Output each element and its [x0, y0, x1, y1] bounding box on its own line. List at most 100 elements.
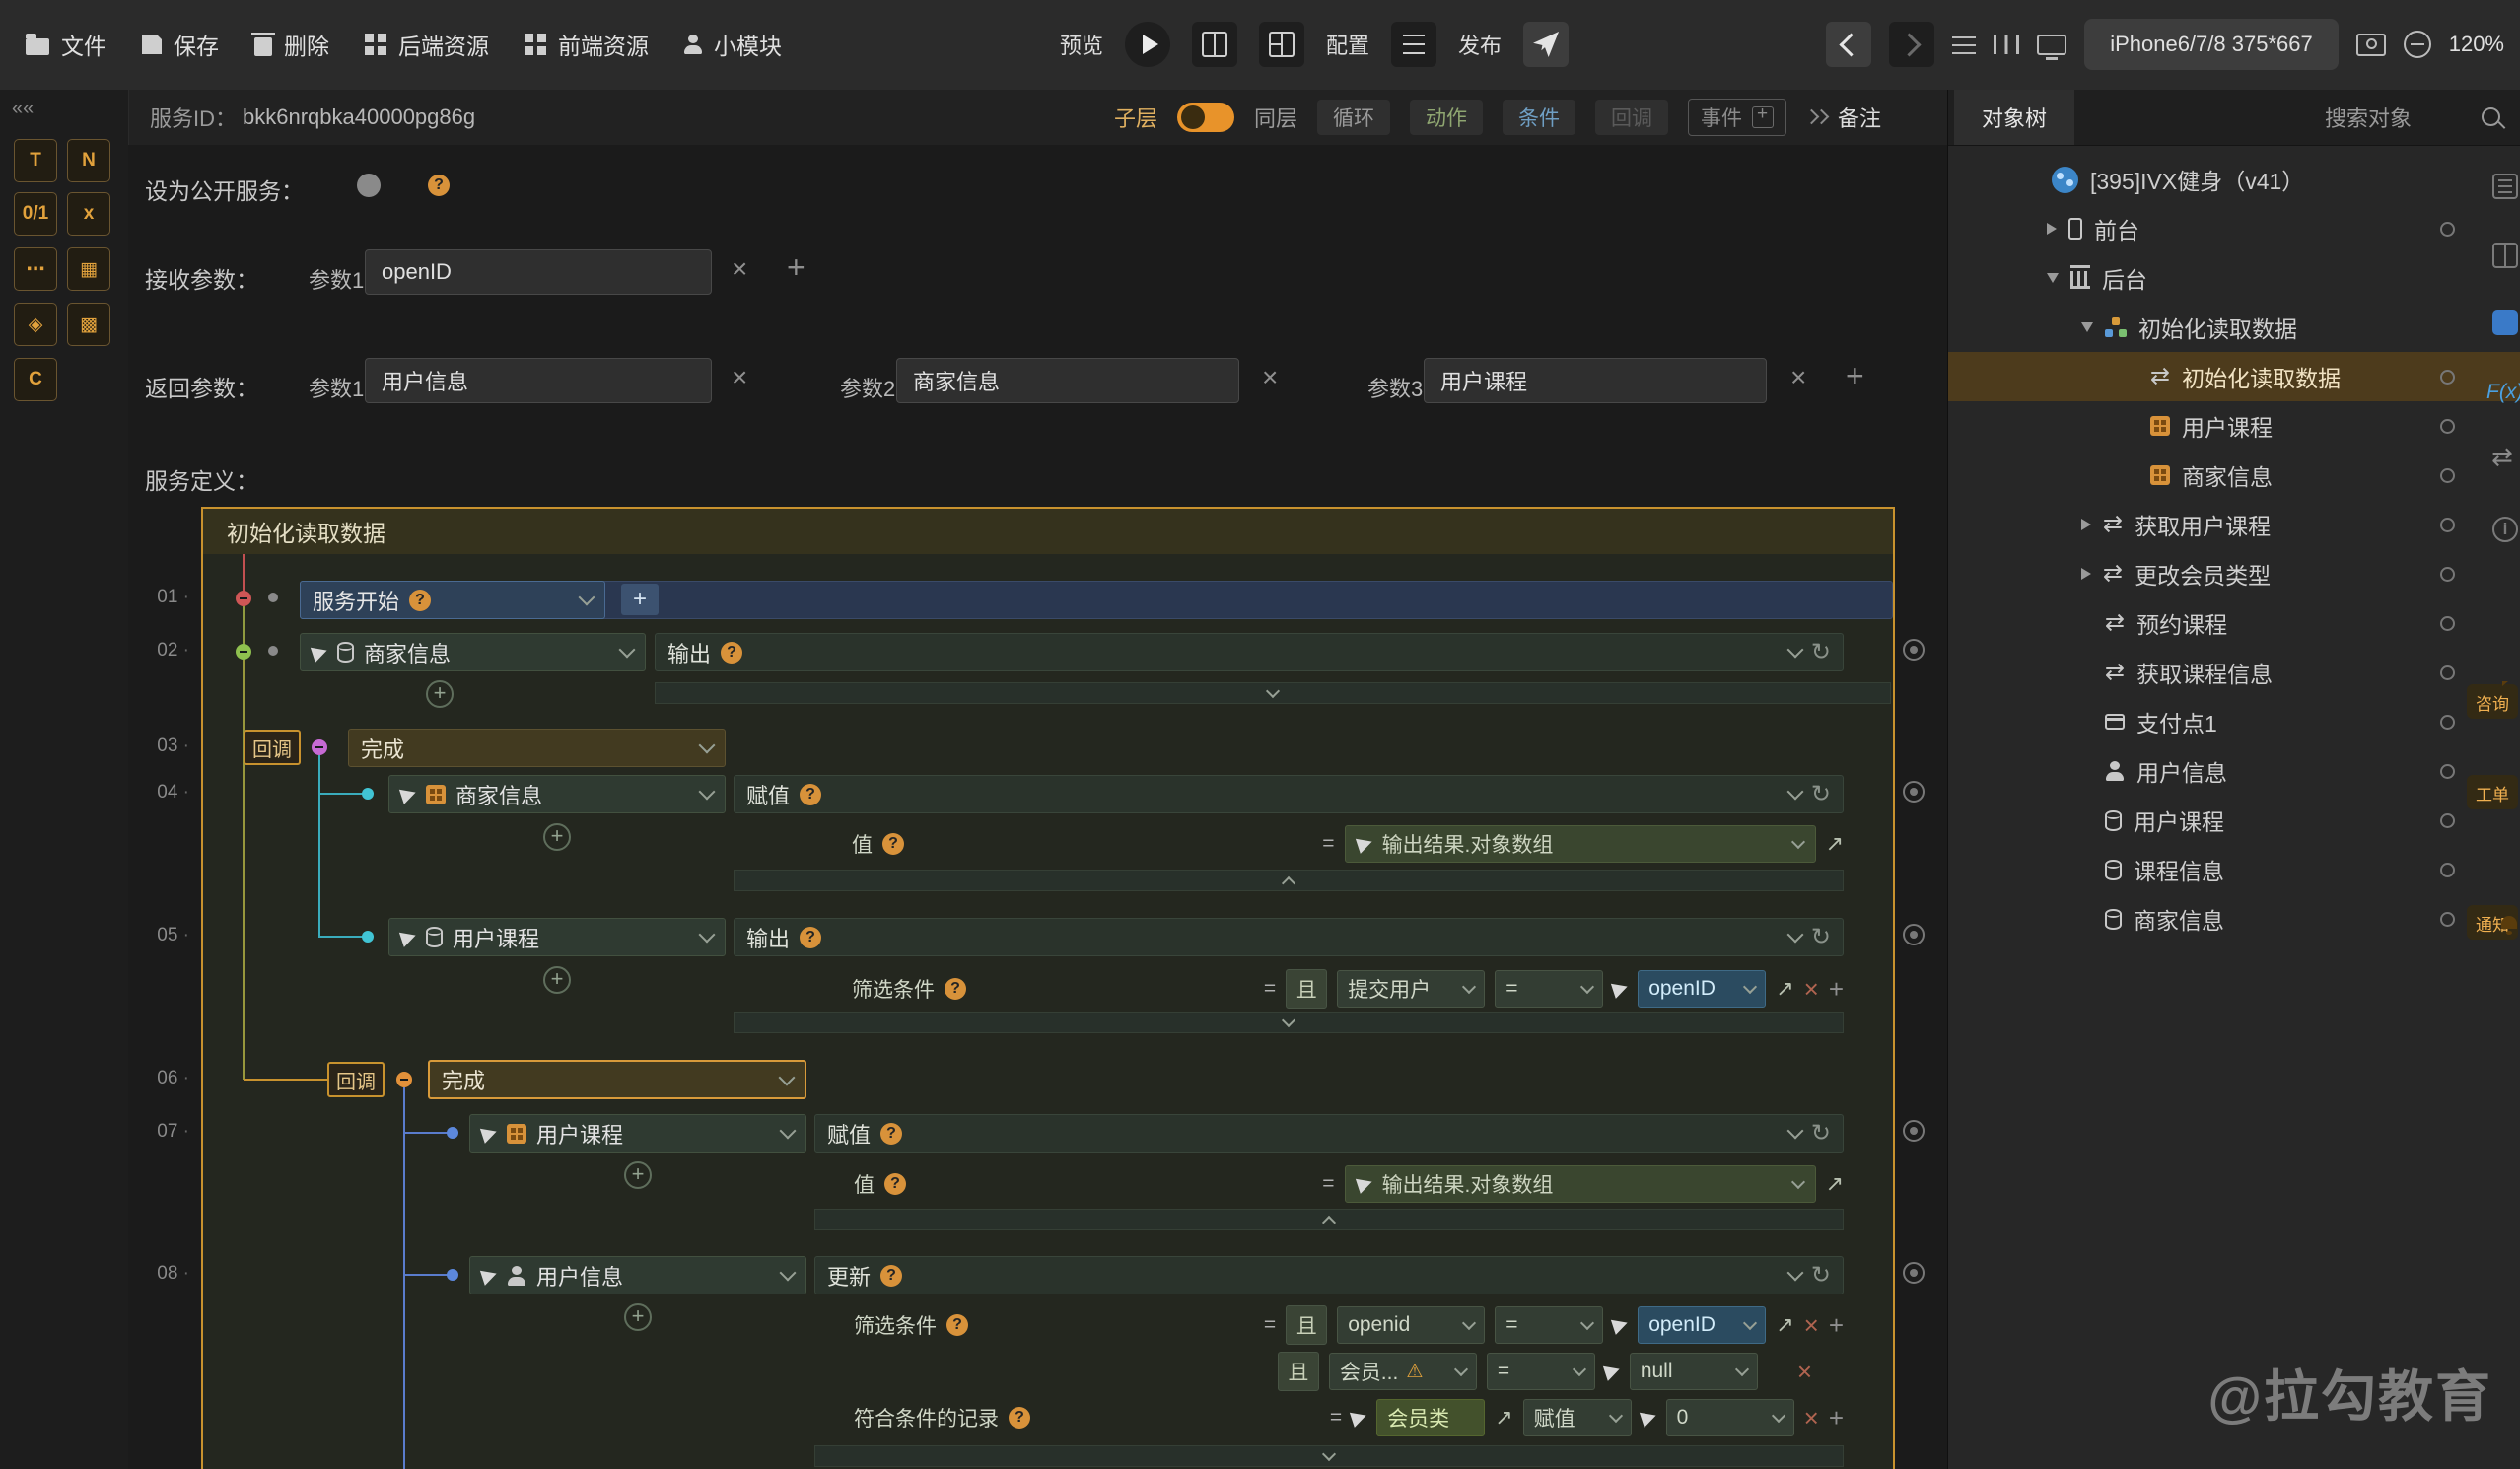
visibility-dot[interactable]	[2440, 863, 2455, 877]
expand-icon[interactable]	[1495, 1405, 1512, 1431]
visibility-dot[interactable]	[2440, 715, 2455, 730]
palette-text-variable[interactable]: T	[14, 139, 57, 182]
visibility-dot[interactable]	[2440, 567, 2455, 582]
help-icon[interactable]	[428, 175, 450, 196]
target-picker-icon[interactable]	[1903, 1120, 1925, 1142]
layout-panels-icon[interactable]	[2492, 243, 2518, 268]
remove-condition-button[interactable]	[1797, 1359, 1812, 1384]
remove-condition-button[interactable]	[1804, 1312, 1819, 1338]
records-field-chip[interactable]: 会员类	[1376, 1399, 1485, 1436]
palette-object-array[interactable]: ▩	[67, 303, 110, 346]
arrow-right-icon[interactable]	[2081, 519, 2091, 530]
loop-mode-button[interactable]: 循环	[1317, 100, 1390, 135]
tree-row-user-db[interactable]: 用户信息	[1948, 746, 2520, 796]
help-icon[interactable]	[880, 1123, 902, 1145]
add-action-button[interactable]	[426, 680, 454, 708]
component-store-icon[interactable]	[2492, 310, 2518, 335]
publish-button[interactable]	[1523, 22, 1569, 67]
filter-operator-dropdown[interactable]: =	[1487, 1353, 1595, 1390]
tree-row-backend[interactable]: 后台	[1948, 253, 2520, 303]
outline-list-icon[interactable]	[1952, 35, 1976, 54]
collapse-node-dot[interactable]	[312, 739, 327, 755]
flow-row-08-action-bar[interactable]: 更新	[814, 1256, 1844, 1294]
fold-toggle[interactable]	[734, 1012, 1844, 1033]
help-icon[interactable]	[882, 833, 904, 855]
flow-row-04-action-bar[interactable]: 赋值	[734, 775, 1844, 813]
visibility-dot[interactable]	[2440, 813, 2455, 828]
file-menu-button[interactable]: 文件	[26, 28, 106, 61]
records-value-dropdown[interactable]: 0	[1666, 1399, 1794, 1436]
remove-condition-button[interactable]	[1804, 976, 1819, 1002]
filter-field-dropdown[interactable]: openid	[1337, 1306, 1485, 1344]
return-param-2-input[interactable]	[896, 358, 1239, 403]
target-picker-icon[interactable]	[1903, 781, 1925, 803]
collapse-node-dot[interactable]	[236, 591, 251, 606]
filter-field-dropdown[interactable]: 会员...	[1329, 1353, 1477, 1390]
records-assign-dropdown[interactable]: 赋值	[1523, 1399, 1632, 1436]
notification-button[interactable]: 通知	[2467, 905, 2518, 940]
tree-row-database[interactable]: 商家信息	[1948, 894, 2520, 944]
return-param-3-input[interactable]	[1424, 358, 1767, 403]
visibility-dot[interactable]	[2440, 912, 2455, 927]
collapse-node-dot[interactable]	[396, 1072, 412, 1087]
refresh-icon[interactable]	[1811, 1261, 1831, 1290]
help-icon[interactable]	[946, 1314, 968, 1336]
tree-row-item[interactable]: 用户课程	[1948, 401, 2520, 451]
tree-row-service[interactable]: 预约课程	[1948, 598, 2520, 648]
collapse-node-dot[interactable]	[236, 644, 251, 660]
visibility-dot[interactable]	[2440, 764, 2455, 779]
arrow-down-icon[interactable]	[2047, 273, 2059, 283]
expand-icon[interactable]	[1776, 1312, 1793, 1338]
tab-object-tree[interactable]: 对象树	[1954, 90, 2074, 145]
delete-button[interactable]: 删除	[254, 28, 329, 61]
filter-operator-dropdown[interactable]: =	[1495, 1306, 1603, 1344]
add-action-button[interactable]	[624, 1303, 652, 1331]
tree-row-service[interactable]: 获取课程信息	[1948, 648, 2520, 697]
help-icon[interactable]	[409, 590, 431, 611]
flow-row-08-target-dropdown[interactable]: 用户信息	[469, 1256, 806, 1294]
help-icon[interactable]	[1009, 1407, 1030, 1429]
screenshot-icon[interactable]	[2356, 34, 2386, 56]
tree-row-service-selected[interactable]: 初始化读取数据	[1948, 352, 2520, 401]
tree-row-service[interactable]: 获取用户课程	[1948, 500, 2520, 549]
tree-row-service[interactable]: 更改会员类型	[1948, 549, 2520, 598]
receive-param-1-input[interactable]	[365, 249, 712, 295]
palette-number-variable[interactable]: N	[67, 139, 110, 182]
help-icon[interactable]	[884, 1173, 906, 1195]
condition-mode-button[interactable]: 条件	[1503, 100, 1575, 135]
note-button[interactable]: 备注	[1806, 102, 1881, 133]
collapse-sidebar-button[interactable]	[12, 98, 34, 120]
remove-return-param-1-button[interactable]	[732, 364, 747, 391]
expand-icon[interactable]	[1776, 976, 1793, 1002]
filter-value-dropdown[interactable]: null	[1630, 1353, 1758, 1390]
palette-generic[interactable]: C	[14, 358, 57, 401]
add-condition-button[interactable]	[1829, 976, 1844, 1002]
visibility-dot[interactable]	[2440, 518, 2455, 532]
tree-row-database[interactable]: 用户课程	[1948, 796, 2520, 845]
add-action-button[interactable]	[543, 823, 571, 851]
help-icon[interactable]	[800, 784, 821, 805]
backend-resources-button[interactable]: 后端资源	[365, 28, 489, 61]
target-picker-icon[interactable]	[1903, 924, 1925, 945]
add-action-button[interactable]	[624, 1161, 652, 1189]
add-condition-button[interactable]	[1829, 1312, 1844, 1338]
return-param-1-input[interactable]	[365, 358, 712, 403]
flow-row-05-action-bar[interactable]: 输出	[734, 918, 1844, 956]
flow-row-07-action-bar[interactable]: 赋值	[814, 1114, 1844, 1153]
refresh-icon[interactable]	[1811, 638, 1831, 666]
layer-toggle[interactable]	[1177, 103, 1234, 132]
ticket-button[interactable]: 工单	[2467, 775, 2518, 809]
nav-back-button[interactable]	[1826, 22, 1871, 67]
tree-row-item[interactable]: 商家信息	[1948, 451, 2520, 500]
search-icon[interactable]	[2482, 107, 2500, 126]
doc-panel-icon[interactable]	[2492, 174, 2518, 199]
visibility-dot[interactable]	[2440, 370, 2455, 385]
help-icon[interactable]	[800, 927, 821, 948]
fold-toggle[interactable]	[814, 1209, 1844, 1230]
filter-value-dropdown[interactable]: openID	[1638, 1306, 1766, 1344]
zoom-out-icon[interactable]	[2404, 31, 2431, 58]
add-step-button[interactable]	[621, 584, 659, 615]
split-view-button[interactable]	[1192, 22, 1237, 67]
config-button[interactable]	[1391, 22, 1436, 67]
palette-array-2d[interactable]: ▦	[67, 247, 110, 291]
